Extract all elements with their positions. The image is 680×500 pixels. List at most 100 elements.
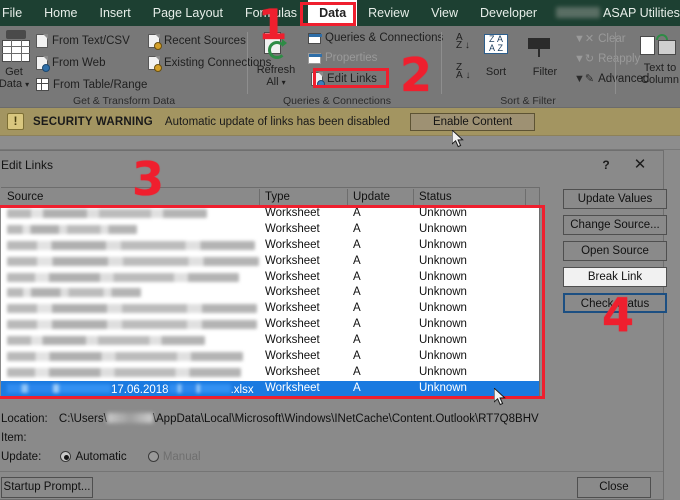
- tab-home[interactable]: Home: [33, 0, 88, 26]
- radio-manual[interactable]: Manual: [147, 451, 201, 463]
- ribbon: Get Data ▾ From Text/CSV From Web From T…: [0, 26, 680, 108]
- source-redaction: [7, 320, 257, 330]
- clear-button[interactable]: ▼✕ Clear: [574, 32, 626, 46]
- ribbon-group-sort-filter: AZ ↓ ZA ↓ Z AA Z Sort Filter ▼✕ Clear ▼↻…: [448, 26, 649, 108]
- open-source-button[interactable]: Open Source: [563, 241, 667, 261]
- column-header-status[interactable]: Status: [419, 191, 452, 203]
- location-label: Location:: [1, 413, 48, 425]
- annotation-number-2: 2: [400, 48, 433, 102]
- startup-prompt-button[interactable]: Startup Prompt...: [1, 477, 93, 498]
- links-table-body[interactable]: Worksheet A Unknown Worksheet A Unknown Worksh…: [1, 206, 553, 397]
- cell-type: Worksheet: [265, 222, 320, 235]
- from-text-csv-label: From Text/CSV: [52, 35, 130, 47]
- from-web-button[interactable]: From Web: [36, 56, 105, 72]
- group-divider-2: [441, 32, 442, 94]
- table-row[interactable]: Worksheet A Unknown: [1, 365, 553, 381]
- advanced-icon: ▼✎: [574, 73, 595, 85]
- table-row[interactable]: Worksheet A Unknown: [1, 254, 553, 270]
- table-row[interactable]: Worksheet A Unknown: [1, 238, 553, 254]
- tab-data-label: Data: [319, 6, 347, 20]
- table-row[interactable]: Worksheet A Unknown: [1, 349, 553, 365]
- tab-redacted[interactable]: [548, 0, 601, 26]
- edit-links-button[interactable]: Edit Links: [311, 72, 377, 88]
- filter-button[interactable]: Filter: [520, 66, 570, 78]
- enable-content-button[interactable]: Enable Content: [409, 112, 536, 131]
- close-button[interactable]: Close: [577, 477, 651, 498]
- break-link-button[interactable]: Break Link: [563, 267, 667, 287]
- update-values-button[interactable]: Update Values: [563, 189, 667, 209]
- source-redaction: [7, 336, 205, 346]
- tab-page-layout[interactable]: Page Layout: [142, 0, 234, 26]
- mouse-cursor-ribbon: [452, 130, 464, 148]
- radio-automatic[interactable]: Automatic: [60, 451, 127, 463]
- edit-links-label: Edit Links: [327, 73, 377, 85]
- security-warning-bar: ! SECURITY WARNING Automatic update of l…: [0, 108, 680, 136]
- text-to-columns-label-1: Text to: [643, 62, 677, 74]
- column-header-source[interactable]: Source: [7, 191, 43, 203]
- source-redaction: [7, 367, 241, 377]
- column-divider-4[interactable]: [525, 189, 526, 206]
- sort-button[interactable]: Sort: [476, 66, 516, 78]
- change-source-button[interactable]: Change Source...: [563, 215, 667, 235]
- cell-type: Worksheet: [265, 318, 320, 331]
- source-redaction: [7, 224, 137, 234]
- sort-asc-icon[interactable]: AZ ↓: [456, 33, 470, 51]
- tab-insert[interactable]: Insert: [89, 0, 142, 26]
- edit-links-icon: [311, 72, 325, 88]
- cell-update: A: [353, 222, 361, 235]
- table-row[interactable]: Worksheet A Unknown: [1, 222, 553, 238]
- column-divider-1[interactable]: [259, 189, 260, 206]
- cell-update: A: [353, 350, 361, 363]
- cell-status: Unknown: [419, 222, 467, 235]
- tab-data[interactable]: Data: [308, 0, 358, 26]
- sort-dialog-icon[interactable]: Z AA Z: [484, 34, 508, 54]
- open-source-label: Open Source: [581, 245, 649, 257]
- from-table-range-button[interactable]: From Table/Range: [36, 78, 147, 91]
- table-row[interactable]: Worksheet A Unknown: [1, 270, 553, 286]
- sort-desc-icon[interactable]: ZA ↓: [456, 63, 470, 81]
- table-row[interactable]: Worksheet A Unknown: [1, 285, 553, 301]
- from-text-csv-button[interactable]: From Text/CSV: [36, 34, 130, 48]
- worksheet-strip: [0, 136, 680, 150]
- close-icon[interactable]: ✕: [625, 153, 655, 177]
- radio-manual-dot: [147, 451, 159, 462]
- properties-button[interactable]: Properties: [308, 52, 377, 64]
- table-row[interactable]: 17.06.2018 .xlsx Worksheet A Unknown: [1, 380, 553, 397]
- column-divider-3[interactable]: [413, 189, 414, 206]
- cell-source: [7, 286, 141, 300]
- help-icon[interactable]: ?: [591, 153, 621, 177]
- radio-automatic-label: Automatic: [75, 451, 127, 463]
- security-warning-message: Automatic update of links has been disab…: [164, 115, 390, 128]
- location-redaction: [106, 413, 153, 423]
- table-row[interactable]: Worksheet A Unknown: [1, 301, 553, 317]
- dialog-title-bar[interactable]: Edit Links ? ✕: [0, 151, 663, 181]
- table-row[interactable]: Worksheet A Unknown: [1, 317, 553, 333]
- refresh-all-button[interactable]: Refresh All ▾: [252, 64, 300, 89]
- group-divider-3: [615, 32, 616, 94]
- group-label-queries: Queries & Connections: [283, 95, 391, 107]
- cell-update: A: [353, 365, 361, 378]
- tab-review[interactable]: Review: [357, 0, 420, 26]
- cell-status: Unknown: [419, 270, 467, 283]
- tab-asap-utilities-label: ASAP Utilities: [603, 6, 680, 20]
- text-to-columns-button[interactable]: Text to Column: [632, 62, 680, 86]
- cell-status: Unknown: [419, 254, 467, 267]
- tab-view[interactable]: View: [420, 0, 469, 26]
- table-row[interactable]: Worksheet A Unknown: [1, 333, 553, 349]
- cell-type: Worksheet: [265, 270, 320, 283]
- column-header-type[interactable]: Type: [265, 191, 290, 203]
- from-table-range-label: From Table/Range: [53, 78, 148, 91]
- column-divider-2[interactable]: [347, 189, 348, 206]
- tab-developer[interactable]: Developer: [469, 0, 548, 26]
- ribbon-group-data-tools: Text to Column: [626, 26, 680, 108]
- tab-file[interactable]: File: [0, 0, 33, 26]
- filter-label: Filter: [532, 66, 558, 78]
- source-redaction: [7, 383, 111, 393]
- table-row[interactable]: Worksheet A Unknown: [1, 206, 553, 222]
- tab-asap-utilities[interactable]: ASAP Utilities: [592, 0, 680, 26]
- queries-connections-button[interactable]: Queries & Connections: [308, 32, 443, 44]
- recent-sources-button[interactable]: Recent Sources: [148, 34, 246, 50]
- update-values-label: Update Values: [577, 193, 653, 205]
- column-header-update[interactable]: Update: [353, 191, 390, 203]
- table-scroll-column[interactable]: [539, 187, 553, 398]
